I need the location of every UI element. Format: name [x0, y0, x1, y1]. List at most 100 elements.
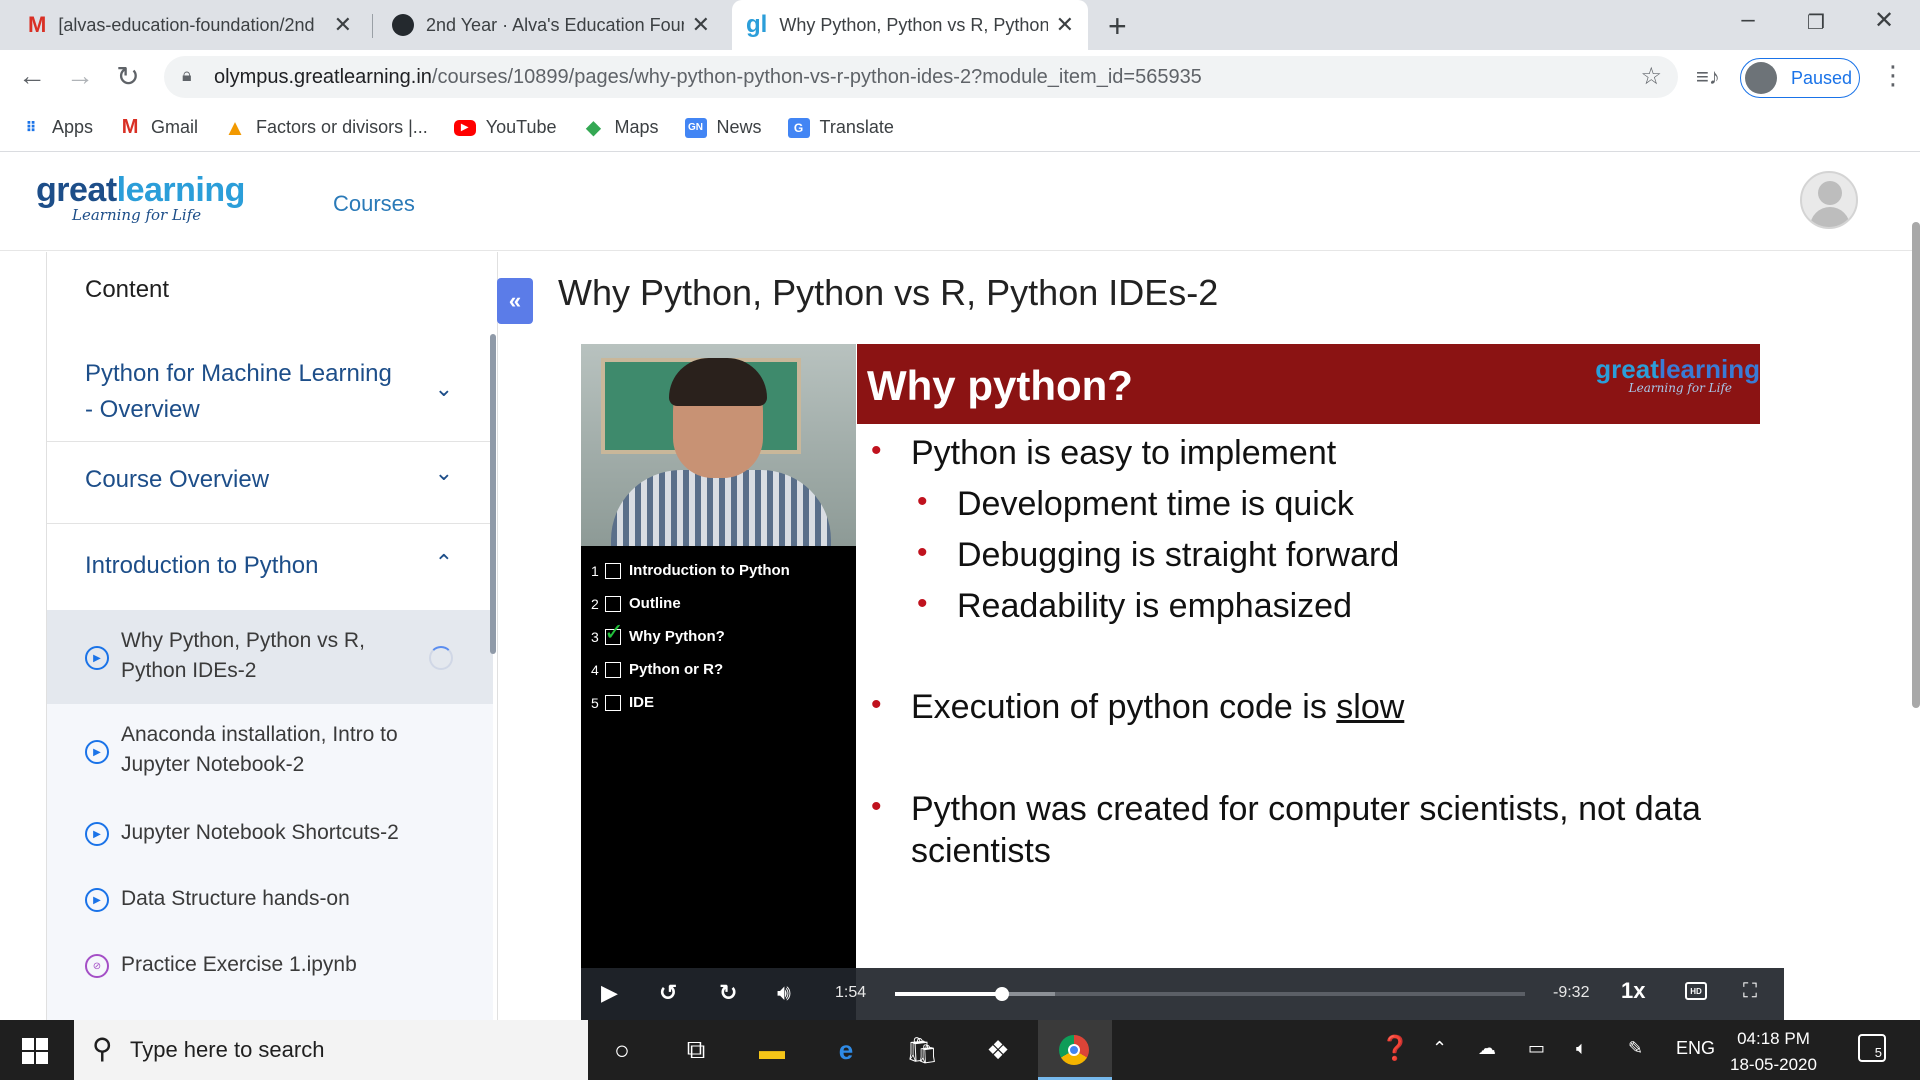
bookmark-gmail[interactable]: M Gmail: [119, 116, 198, 138]
dropbox-icon[interactable]: ❖: [980, 1032, 1016, 1068]
module-label-line2: - Overview: [85, 396, 200, 423]
slide-sub-bullet: • Debugging is straight forward: [917, 536, 1400, 574]
menu-icon[interactable]: ⋮: [1880, 60, 1906, 91]
avatar: [1745, 62, 1777, 94]
help-icon[interactable]: ❓: [1380, 1034, 1410, 1063]
play-circle-icon: ▶: [85, 888, 109, 912]
bookmark-translate[interactable]: G Translate: [787, 117, 894, 138]
bookmark-news[interactable]: GN News: [684, 117, 762, 138]
language-indicator[interactable]: ENG: [1676, 1038, 1715, 1059]
tab-gmail[interactable]: M [alvas-education-foundation/2nd ✕: [14, 0, 366, 50]
courses-link[interactable]: Courses: [333, 191, 415, 217]
fullscreen-icon[interactable]: ⛶: [1743, 980, 1757, 1003]
pen-icon[interactable]: ✎: [1628, 1038, 1643, 1059]
search-placeholder: Type here to search: [130, 1037, 325, 1062]
chevron-up-icon[interactable]: ⌃: [435, 550, 453, 576]
bookmark-youtube[interactable]: ▶ YouTube: [453, 117, 557, 138]
tab-greatlearning[interactable]: gl Why Python, Python vs R, Python ✕: [732, 0, 1088, 50]
triangle-icon: ▲: [224, 114, 246, 140]
new-tab-button[interactable]: +: [1108, 8, 1127, 45]
profile-button[interactable]: Paused: [1740, 58, 1860, 98]
volume-icon[interactable]: 🔈︎: [1576, 1038, 1587, 1059]
bookmark-label: News: [716, 117, 762, 137]
github-icon: [392, 14, 414, 36]
taskbar-clock[interactable]: 04:18 PM 18-05-2020: [1730, 1026, 1817, 1078]
seek-handle[interactable]: [995, 987, 1009, 1001]
tab-github[interactable]: 2nd Year · Alva's Education Found ✕: [378, 0, 724, 50]
address-bar[interactable]: 🔒︎ olympus.greatlearning.in/courses/1089…: [164, 56, 1678, 98]
battery-icon[interactable]: ▭: [1528, 1038, 1545, 1059]
bookmark-maps[interactable]: ◆ Maps: [583, 117, 659, 139]
module-course-overview[interactable]: Course Overview ⌄: [47, 442, 493, 524]
tab-strip: M [alvas-education-foundation/2nd ✕ 2nd …: [0, 0, 1920, 50]
task-view-icon[interactable]: ⧉: [678, 1032, 714, 1068]
loading-spinner-icon: [429, 646, 453, 670]
module-label: Introduction to Python: [85, 552, 319, 579]
lesson-label-line1: Why Python, Python vs R,: [121, 629, 365, 652]
restore-icon[interactable]: ❐: [1796, 10, 1836, 35]
back-icon[interactable]: ←: [14, 60, 50, 92]
close-icon[interactable]: ✕: [692, 12, 710, 38]
cloud-icon[interactable]: ☁: [1478, 1038, 1496, 1059]
close-window-icon[interactable]: ✕: [1864, 6, 1904, 35]
bookmark-factors[interactable]: ▲ Factors or divisors |...: [224, 114, 428, 140]
page-scrollbar[interactable]: [1912, 222, 1920, 708]
outline-label: Introduction to Python: [629, 562, 790, 579]
chevron-down-icon[interactable]: ⌄: [435, 376, 453, 402]
reload-icon[interactable]: ↻: [110, 60, 146, 93]
video-controls: ▶ ↺ ↻ 🔊︎ 1:54 -9:32 1x HD ⛶: [581, 968, 1784, 1020]
lesson-item-practice-exercise[interactable]: ⊘ Practice Exercise 1.ipynb: [47, 928, 493, 992]
bookmark-apps[interactable]: ⠿ Apps: [20, 117, 94, 138]
playback-speed-button[interactable]: 1x: [1621, 978, 1645, 1004]
hd-quality-icon[interactable]: HD: [1685, 982, 1707, 1000]
outline-label: Why Python?: [629, 628, 725, 645]
outline-item: 1 Introduction to Python: [591, 562, 790, 579]
windows-start-icon[interactable]: [22, 1038, 48, 1064]
notification-center-icon[interactable]: 5: [1858, 1034, 1886, 1062]
lesson-label-line2: Python IDEs-2: [121, 659, 257, 682]
notification-count: 5: [1874, 1045, 1882, 1060]
chevron-up-icon[interactable]: ⌃: [1432, 1038, 1447, 1059]
lesson-item-why-python[interactable]: ▶ Why Python, Python vs R, Python IDEs-2: [47, 610, 493, 704]
bullet-text: Debugging is straight forward: [957, 536, 1400, 574]
chrome-icon[interactable]: [1056, 1032, 1092, 1068]
close-icon[interactable]: ✕: [1056, 12, 1074, 38]
taskbar-search-input[interactable]: ⚲ Type here to search: [74, 1020, 588, 1080]
module-introduction-to-python[interactable]: Introduction to Python ⌃: [47, 524, 493, 610]
reading-list-icon[interactable]: ≡♪: [1696, 64, 1720, 90]
url-host: olympus.greatlearning.in: [214, 65, 432, 88]
play-circle-icon: ▶: [85, 740, 109, 764]
video-player[interactable]: 1 Introduction to Python 2 Outline 3 ✓ Why P…: [581, 344, 1784, 1020]
collapse-sidebar-button[interactable]: «: [497, 278, 533, 324]
chevron-down-icon[interactable]: ⌄: [435, 460, 453, 486]
slide-header: Why python? greatlearning Learning for L…: [857, 344, 1760, 424]
seek-bar[interactable]: [895, 987, 1525, 1001]
greatlearning-logo[interactable]: greatlearning Learning for Life: [36, 171, 245, 224]
outline-number: 1: [591, 562, 599, 579]
lesson-item-data-structure[interactable]: ▶ Data Structure hands-on: [47, 862, 493, 926]
edge-icon[interactable]: e: [828, 1032, 864, 1068]
user-avatar[interactable]: [1800, 171, 1858, 229]
sidebar-scrollbar[interactable]: [490, 334, 496, 654]
lesson-item-anaconda[interactable]: ▶ Anaconda installation, Intro to Jupyte…: [47, 706, 493, 796]
store-icon[interactable]: 🛍︎: [904, 1032, 940, 1068]
checkbox-icon: [605, 694, 621, 711]
slide-logo-accent: learning: [1658, 354, 1760, 384]
outline-number: 2: [591, 595, 599, 612]
rewind-icon[interactable]: ↺: [659, 980, 677, 1006]
forward-icon[interactable]: →: [62, 60, 98, 92]
lesson-label-line1: Anaconda installation, Intro to: [121, 723, 398, 746]
module-python-ml-overview[interactable]: Python for Machine Learning - Overview ⌄: [47, 344, 493, 442]
slide-logo-main: great: [1595, 354, 1659, 384]
bookmark-label: Apps: [52, 117, 94, 137]
lesson-item-jupyter-shortcuts[interactable]: ▶ Jupyter Notebook Shortcuts-2: [47, 796, 493, 860]
cortana-icon[interactable]: ○: [604, 1032, 640, 1068]
bookmark-star-icon[interactable]: ☆: [1640, 62, 1662, 91]
close-icon[interactable]: ✕: [334, 12, 352, 38]
volume-icon[interactable]: 🔊︎: [777, 980, 791, 1006]
file-explorer-icon[interactable]: ▬: [754, 1032, 790, 1068]
play-icon[interactable]: ▶: [601, 980, 618, 1006]
attachment-icon: ⊘: [85, 954, 109, 978]
forward-skip-icon[interactable]: ↻: [719, 980, 737, 1006]
minimize-icon[interactable]: –: [1728, 6, 1768, 34]
